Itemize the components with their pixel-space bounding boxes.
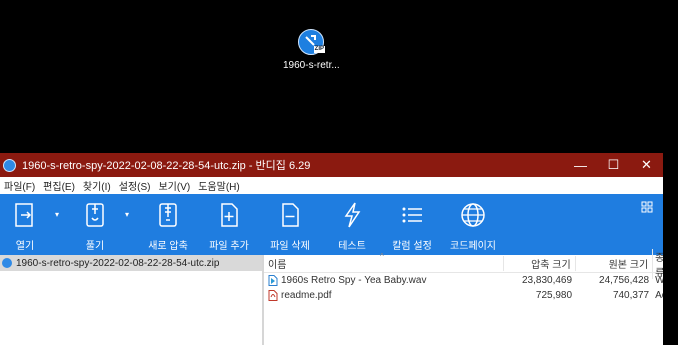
new-archive-button[interactable]: 새로 압축 [146,200,190,252]
file-compressed-size: 725,980 [535,290,573,301]
open-label: 열기 [15,241,35,252]
column-list-icon [390,200,434,230]
window-title: 1960-s-retro-spy-2022-02-08-22-28-54-utc… [22,160,311,172]
pdf-file-icon [268,290,278,301]
file-original-size: 24,756,428 [599,275,650,286]
test-button[interactable]: 테스트 [332,200,372,252]
audio-file-icon [268,275,278,286]
column-header-name[interactable]: 이름 ^ [264,252,503,271]
delete-file-icon [268,200,312,230]
menu-bar: 파일(F) 편집(E) 찾기(I) 설정(S) 보기(V) 도움말(H) [0,177,663,194]
zip-badge: ZIP [313,46,325,53]
column-settings-label: 칼럼 설정 [392,241,432,252]
tree-item-archive[interactable]: 1960-s-retro-spy-2022-02-08-22-28-54-utc… [0,255,262,271]
maximize-button[interactable]: ☐ [597,157,630,173]
add-file-button[interactable]: 파일 추가 [207,200,251,252]
bandizip-window: 1960-s-retro-spy-2022-02-08-22-28-54-utc… [0,153,663,345]
test-label: 테스트 [338,241,366,252]
archive-icon [2,258,12,268]
file-name: 1960s Retro Spy - Yea Baby.wav [281,275,427,286]
toolbar: 열기 ▾ 풀기 ▾ 새로 압축 파일 추가 파일 삭제 테스트 칼럼 설정 코드… [0,194,663,255]
menu-settings[interactable]: 설정(S) [115,178,155,193]
file-list-pane: 이름 ^ 압축 크기 원본 크기 종류 1960s Retro Spy - Ye… [264,248,663,345]
extract-icon [78,200,112,230]
menu-edit[interactable]: 편집(E) [39,178,79,193]
title-bar[interactable]: 1960-s-retro-spy-2022-02-08-22-28-54-utc… [0,153,663,177]
column-header-original-size[interactable]: 원본 크기 [574,256,652,271]
lightning-icon [332,200,372,230]
app-icon [3,158,16,172]
column-header-type[interactable]: 종류 [652,248,663,279]
add-file-icon [207,200,251,230]
menu-help[interactable]: 도움말(H) [194,178,243,193]
sort-ascending-icon: ^ [380,252,384,261]
column-header-name-label: 이름 [268,260,287,271]
globe-icon [449,200,497,230]
file-name: readme.pdf [281,290,332,301]
layout-grid-icon[interactable] [641,200,653,218]
extract-label: 풀기 [85,241,105,252]
minimize-button[interactable]: — [564,158,597,173]
add-file-label: 파일 추가 [209,241,249,252]
delete-file-label: 파일 삭제 [270,241,310,252]
tree-item-label: 1960-s-retro-spy-2022-02-08-22-28-54-utc… [16,257,220,269]
folder-tree-pane: 1960-s-retro-spy-2022-02-08-22-28-54-utc… [0,255,264,345]
content-area: 1960-s-retro-spy-2022-02-08-22-28-54-utc… [0,248,663,345]
extract-dropdown-icon[interactable]: ▾ [125,210,129,219]
file-type: W [655,275,663,286]
menu-file[interactable]: 파일(F) [0,178,39,193]
extract-button[interactable]: 풀기 [78,200,112,252]
open-dropdown-icon[interactable]: ▾ [55,210,59,219]
codepage-label: 코드페이지 [450,241,496,252]
close-button[interactable]: ✕ [630,157,663,173]
desktop-icon-label: 1960-s-retr... [283,60,340,71]
bandizip-file-icon: ZIP [298,29,325,55]
new-archive-label: 새로 압축 [148,241,188,252]
codepage-button[interactable]: 코드페이지 [449,200,497,252]
menu-find[interactable]: 찾기(I) [79,178,115,193]
column-settings-button[interactable]: 칼럼 설정 [390,200,434,252]
delete-file-button[interactable]: 파일 삭제 [268,200,312,252]
new-archive-icon [146,200,190,230]
open-button[interactable]: 열기 [8,200,42,252]
table-row[interactable]: readme.pdf 725,980 740,377 Ac [264,288,663,303]
desktop-zip-file-icon[interactable]: ZIP 1960-s-retr... [283,29,340,71]
file-type: Ac [655,290,663,301]
file-original-size: 740,377 [612,290,650,301]
open-icon [8,200,42,230]
table-row[interactable]: 1960s Retro Spy - Yea Baby.wav 23,830,46… [264,273,663,288]
column-header-compressed-size[interactable]: 압축 크기 [503,256,575,271]
file-list-header: 이름 ^ 압축 크기 원본 크기 종류 [264,248,663,279]
menu-view[interactable]: 보기(V) [154,178,194,193]
file-compressed-size: 23,830,469 [521,275,573,286]
